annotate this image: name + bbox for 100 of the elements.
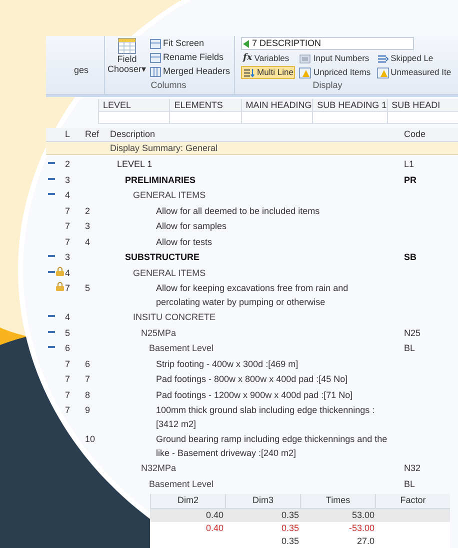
description-text: SUBSTRUCTURE	[125, 252, 200, 262]
ref-number: 5	[85, 283, 90, 293]
ref-number: 10	[85, 434, 96, 444]
description-text: Allow for all deemed to be included items	[156, 206, 320, 216]
number-cell: 0.40	[206, 510, 224, 520]
level-number: 7	[65, 405, 70, 415]
level-filter-field[interactable]	[242, 112, 312, 124]
description-text: 100mm thick ground slab including edge thickennings :[3412 m2]	[156, 405, 375, 428]
level-filter-field[interactable]	[99, 112, 170, 124]
ribbon-button[interactable]: fx Variables	[241, 52, 296, 65]
grid-row[interactable]: 7 4 Allow for tests	[46, 234, 458, 249]
level-number: 7	[65, 283, 70, 293]
code-text: BL	[404, 342, 416, 355]
grid-row[interactable]: 7 9 100mm thick ground slab including edge thickennings :[3412 m2]	[46, 402, 458, 431]
grid-row[interactable]: 7 6 Strip footing - 400w x 300d :[469 m]	[46, 356, 458, 371]
grid-row[interactable]: 7 8 Pad footings - 1200w x 900w x 400d pad :[71 No]	[46, 386, 458, 402]
dims-row[interactable]: 0.40 0.35 -53.00	[150, 522, 450, 535]
ribbon-button[interactable]: Unpriced Items	[297, 66, 373, 79]
level-number: 4	[65, 312, 70, 322]
level-filter-field[interactable]	[313, 112, 387, 124]
grid-row[interactable]: 7 7 Pad footings - 800w x 800w x 400d pad :[45 No]	[46, 371, 458, 386]
grid-row[interactable]: 4 GENERAL ITEMS	[46, 187, 458, 202]
dims-row[interactable]: 0.35 27.0	[150, 535, 450, 548]
description-text: Allow for samples	[156, 221, 227, 231]
ribbon-button[interactable]: Skipped Le	[374, 52, 454, 65]
grid-row[interactable]: 4 GENERAL ITEMS	[46, 264, 458, 280]
grid-row[interactable]: 2 LEVEL 1 L1	[46, 156, 458, 172]
layout-icon	[150, 66, 161, 76]
ref-number: 6	[85, 358, 90, 368]
ref-number: 4	[85, 236, 90, 246]
grid-row[interactable]: 7 2 Allow for all deemed to be included items	[46, 202, 458, 218]
column-header: Factor	[375, 494, 450, 508]
description-text: Allow for tests	[156, 236, 212, 246]
number-cell: 0.35	[281, 510, 299, 520]
grid-row[interactable]: 3 PRELIMINARIES PR	[46, 172, 458, 187]
level-number: 7	[65, 221, 70, 231]
list-icon	[377, 54, 388, 62]
function-icon: fx	[243, 52, 252, 66]
code-text: BL	[404, 478, 416, 490]
description-text: Basement Level	[149, 343, 214, 353]
field-chooser-button[interactable]: Field Chooser▾	[107, 36, 147, 79]
description-text: N25MPa	[141, 328, 176, 338]
level-number: 3	[65, 174, 70, 184]
level-filter-field[interactable]	[388, 112, 458, 124]
summary-row: Display Summary: General	[46, 142, 458, 155]
dims-row[interactable]: 0.40 0.35 53.00	[150, 509, 450, 522]
number-cell: -53.00	[348, 522, 374, 533]
ribbon-button[interactable]: Merged Headers	[150, 65, 230, 78]
column-header: Times	[300, 494, 375, 508]
level-number: 7	[65, 358, 70, 368]
description-text: GENERAL ITEMS	[133, 190, 206, 200]
lines-arrow-icon	[244, 68, 255, 77]
grid-row[interactable]: 7 5 Allow for keeping excavations free from rain and percolating water by pumping or otherwise	[46, 280, 458, 309]
grid-row[interactable]: 10 Ground bearing ramp including edge thickennings and the like - Basement driveway :[240 m2]	[46, 431, 458, 460]
code-text: N25	[404, 326, 421, 340]
level-header: SUB HEADI	[392, 100, 440, 110]
group-label: Display	[312, 79, 344, 92]
column-header: Code	[404, 128, 426, 140]
level-number: 6	[65, 343, 70, 353]
ribbon-button[interactable]: Fit Screen	[150, 37, 230, 50]
level-number: 5	[65, 328, 70, 338]
caret-icon: ▾	[142, 64, 147, 74]
description-text: Strip footing - 400w x 300d :[469 m]	[156, 358, 298, 368]
description-dropdown[interactable]: 7 DESCRIPTION	[241, 37, 414, 50]
level-filter-field[interactable]	[170, 112, 241, 124]
table-icon	[118, 38, 136, 54]
level-number: 7	[65, 206, 70, 216]
number-cell: 0.35	[281, 522, 299, 533]
triangle-icon	[243, 40, 250, 48]
ribbon-button[interactable]: Unmeasured Ite	[374, 66, 454, 79]
ref-number: 9	[85, 405, 90, 415]
ref-number: 7	[85, 374, 90, 384]
grid-row[interactable]: 3 SUBSTRUCTURE SB	[46, 249, 458, 264]
description-text: Pad footings - 1200w x 900w x 400d pad :[71 No]	[156, 390, 353, 400]
ribbon-button[interactable]: Input Numbers	[297, 52, 373, 65]
grid-row[interactable]: 6 Basement Level BL	[46, 340, 458, 356]
grid-row[interactable]: Basement Level BL	[46, 476, 458, 491]
grid-row[interactable]: 5 N25MPa N25	[46, 324, 458, 340]
code-text: PR	[404, 174, 417, 186]
grid-row[interactable]: 4 INSITU CONCRETE	[46, 309, 458, 324]
description-text: GENERAL ITEMS	[133, 268, 206, 278]
description-text: Pad footings - 800w x 800w x 400d pad :[45 No]	[156, 374, 348, 384]
column-header: Description	[110, 128, 156, 141]
description-text: N32MPa	[141, 463, 176, 473]
description-text: INSITU CONCRETE	[133, 312, 216, 322]
column-header: Ref	[85, 128, 100, 140]
description-text: PRELIMINARIES	[125, 174, 196, 184]
warning-icon	[300, 67, 312, 78]
ribbon-button[interactable]: Rename Fields	[150, 51, 230, 64]
ribbon-button[interactable]: Multi Line	[241, 66, 296, 79]
grid-row[interactable]: 7 3 Allow for samples	[46, 218, 458, 234]
level-number: 4	[65, 268, 70, 278]
description-text: Allow for keeping excavations free from rain and percolating water by pumping or otherwise	[156, 283, 348, 306]
description-text: Ground bearing ramp including edge thickennings and the like - Basement driveway :[240 m2]	[156, 434, 388, 458]
grid-row[interactable]: N32MPa N32	[46, 460, 458, 476]
ref-number: 2	[85, 206, 90, 216]
group-label: ges	[74, 64, 89, 77]
column-header: Dim3	[225, 494, 300, 508]
number-cell: 27.0	[356, 536, 374, 546]
description-text: LEVEL 1	[117, 159, 152, 169]
